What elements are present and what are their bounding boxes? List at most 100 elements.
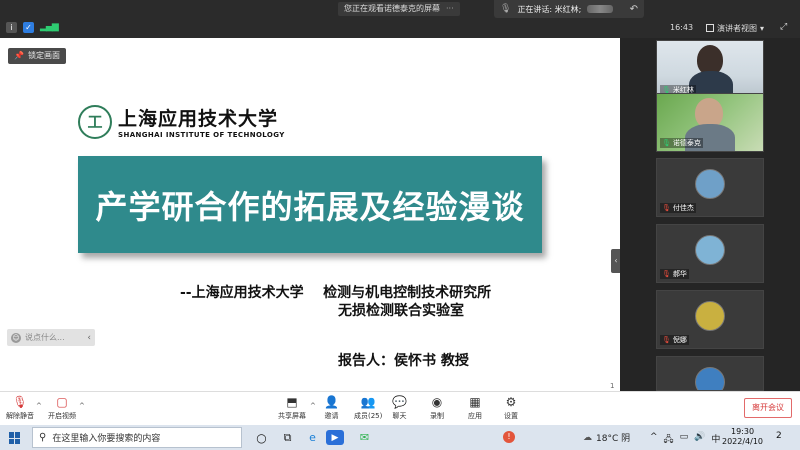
ime-indicator[interactable]: 中 bbox=[711, 432, 720, 448]
signal-icon[interactable]: ▂▄▆ bbox=[40, 22, 59, 33]
windows-start-icon[interactable] bbox=[9, 432, 21, 444]
avatar bbox=[695, 301, 725, 331]
reporter-text: 报告人：侯怀书 教授 bbox=[338, 353, 469, 369]
lock-label: 锁定画面 bbox=[27, 51, 60, 60]
settings-label: 设置 bbox=[504, 412, 518, 420]
participant-tile[interactable]: 🎙 付佳杰 bbox=[656, 158, 764, 217]
windows-taskbar: ⚲ 在这里输入你要搜索的内容 ○ ⧉ e ▶ ✉ ! ☁ 18°C 阴 ^ 🖧 … bbox=[0, 425, 800, 450]
viewing-text: 您正在观看诺德泰克的屏幕 bbox=[344, 4, 440, 13]
speaker-view-button[interactable]: 演讲者视图 ▾ bbox=[706, 22, 764, 34]
mic-off-icon: 🎙 bbox=[662, 336, 671, 344]
participant-tile[interactable]: 🎙 倪娜 bbox=[656, 290, 764, 349]
participant-name: 付佳杰 bbox=[672, 204, 694, 212]
shared-screen-slide: 📌 锁定画面 工 上海应用技术大学 SHANGHAI INSTITUTE OF … bbox=[0, 38, 620, 391]
network-icon[interactable]: 🖧 bbox=[664, 432, 674, 448]
chevron-up-icon[interactable]: ^ bbox=[650, 432, 658, 448]
grid-icon bbox=[706, 24, 714, 32]
notification-count[interactable]: 2 bbox=[776, 431, 782, 441]
weather-widget[interactable]: ☁ 18°C 阴 bbox=[583, 431, 631, 445]
share-screen-button[interactable]: ⬒ 共享屏幕 bbox=[278, 396, 306, 421]
logo-name-cn: 上海应用技术大学 bbox=[118, 108, 279, 130]
share-label: 共享屏幕 bbox=[278, 412, 306, 420]
title-banner: 产学研合作的拓展及经验漫谈 bbox=[78, 156, 542, 253]
status-icons: i ✓ ▂▄▆ bbox=[6, 22, 59, 33]
weather-text: 18°C 阴 bbox=[596, 434, 631, 444]
page-number: 1 bbox=[610, 382, 615, 390]
search-icon: ⚲ bbox=[39, 432, 47, 443]
chat-icon: 💬 bbox=[392, 395, 407, 409]
video-label: 开启视频 bbox=[48, 412, 76, 420]
unmute-button[interactable]: 🎙 解除静音 bbox=[6, 396, 34, 421]
unmute-label: 解除静音 bbox=[6, 412, 34, 420]
view-label: 演讲者视图 bbox=[717, 23, 757, 33]
meeting-top-bar: i ✓ ▂▄▆ 您正在观看诺德泰克的屏幕 ··· 🎙 正在讲话: 米红林; ↶ … bbox=[0, 0, 800, 38]
participant-tile[interactable]: 🎙 米红林 bbox=[656, 40, 764, 99]
record-icon: ◉ bbox=[431, 395, 443, 409]
info-icon[interactable]: i bbox=[6, 22, 17, 33]
university-logo: 工 上海应用技术大学 SHANGHAI INSTITUTE OF TECHNOL… bbox=[78, 104, 285, 139]
chevron-left-icon[interactable]: ‹ bbox=[87, 333, 95, 343]
lab-text: 无损检测联合实验室 bbox=[338, 303, 464, 319]
shield-icon[interactable]: ✓ bbox=[23, 22, 34, 33]
chevron-up-icon[interactable]: ^ bbox=[310, 402, 316, 410]
avatar bbox=[695, 235, 725, 265]
volume-icon[interactable]: 🔊 bbox=[694, 432, 705, 448]
settings-button[interactable]: ⚙ 设置 bbox=[504, 396, 518, 421]
members-icon: 👥 bbox=[360, 395, 376, 409]
mic-off-icon: 🎙 bbox=[662, 204, 671, 212]
cortana-icon[interactable]: ○ bbox=[254, 430, 269, 445]
share-screen-icon: ⬒ bbox=[286, 395, 298, 409]
chat-input[interactable]: ☺ 说点什么... ‹ bbox=[7, 329, 95, 346]
participant-tile[interactable]: 🎙 诺德泰克 bbox=[656, 93, 764, 152]
taskbar-search[interactable]: ⚲ 在这里输入你要搜索的内容 bbox=[32, 427, 242, 448]
participant-tile[interactable] bbox=[656, 356, 764, 391]
slide-title: 产学研合作的拓展及经验漫谈 bbox=[95, 187, 525, 226]
leave-meeting-button[interactable]: 离开会议 bbox=[744, 398, 792, 418]
invite-label: 邀请 bbox=[324, 412, 339, 420]
meeting-toolbar: 🎙 解除静音 ^ ▢ 开启视频 ^ ⬒ 共享屏幕 ^ 👤 邀请 👥 成员(25)… bbox=[0, 391, 800, 425]
fullscreen-icon[interactable]: ⤢ bbox=[780, 22, 787, 32]
chat-placeholder: 说点什么... bbox=[25, 333, 65, 342]
apps-icon: ▦ bbox=[469, 395, 481, 409]
return-icon[interactable]: ↶ bbox=[630, 4, 638, 15]
viewing-screen-badge[interactable]: 您正在观看诺德泰克的屏幕 ··· bbox=[338, 2, 460, 16]
chevron-up-icon[interactable]: ^ bbox=[79, 402, 85, 410]
participant-name-tag: 🎙 诺德泰克 bbox=[660, 138, 703, 148]
avatar bbox=[695, 169, 725, 199]
invite-icon: 👤 bbox=[324, 395, 339, 409]
lock-screen-button[interactable]: 📌 锁定画面 bbox=[8, 48, 66, 64]
meeting-clock: 16:43 bbox=[670, 23, 694, 32]
apps-button[interactable]: ▦ 应用 bbox=[468, 396, 482, 421]
system-time: 19:30 bbox=[730, 427, 755, 436]
emoji-icon[interactable]: ☺ bbox=[11, 332, 21, 343]
start-video-button[interactable]: ▢ 开启视频 bbox=[48, 396, 76, 421]
record-button[interactable]: ◉ 录制 bbox=[430, 396, 444, 421]
cloud-icon: ☁ bbox=[583, 432, 592, 443]
task-view-icon[interactable]: ⧉ bbox=[280, 430, 295, 445]
system-clock[interactable]: 19:30 2022/4/10 bbox=[722, 427, 763, 447]
edge-browser-icon[interactable]: e bbox=[305, 430, 320, 445]
search-placeholder: 在这里输入你要搜索的内容 bbox=[52, 434, 161, 444]
invite-button[interactable]: 👤 邀请 bbox=[324, 396, 339, 421]
camera-off-icon: ▢ bbox=[56, 395, 68, 409]
participant-list[interactable]: 🎙 米红林 🎙 诺德泰克 🎙 付佳杰 🎙 郝华 🎙 倪娜 bbox=[620, 38, 800, 391]
alert-icon[interactable]: ! bbox=[503, 431, 515, 443]
collapse-sidebar-handle[interactable]: ‹ bbox=[611, 249, 620, 273]
participant-name: 倪娜 bbox=[672, 336, 687, 344]
members-button[interactable]: 👥 成员(25) bbox=[354, 396, 382, 421]
meeting-app-icon[interactable]: ▶ bbox=[326, 430, 344, 445]
chat-button[interactable]: 💬 聊天 bbox=[392, 396, 407, 421]
speaking-indicator: 🎙 正在讲话: 米红林; ↶ bbox=[494, 0, 644, 18]
more-icon[interactable]: ··· bbox=[446, 2, 454, 16]
meeting-window: i ✓ ▂▄▆ 您正在观看诺德泰克的屏幕 ··· 🎙 正在讲话: 米红林; ↶ … bbox=[0, 0, 800, 450]
wechat-icon[interactable]: ✉ bbox=[357, 430, 372, 445]
participant-tile[interactable]: 🎙 郝华 bbox=[656, 224, 764, 283]
mic-off-icon: 🎙 bbox=[662, 270, 671, 278]
logo-text: 上海应用技术大学 SHANGHAI INSTITUTE OF TECHNOLOG… bbox=[118, 104, 285, 139]
university-emblem: 工 bbox=[78, 104, 112, 139]
chevron-up-icon[interactable]: ^ bbox=[36, 402, 42, 410]
members-label: 成员(25) bbox=[354, 412, 383, 420]
battery-icon[interactable]: ▭ bbox=[680, 432, 689, 448]
blurred-name bbox=[587, 5, 614, 13]
avatar bbox=[695, 367, 725, 390]
